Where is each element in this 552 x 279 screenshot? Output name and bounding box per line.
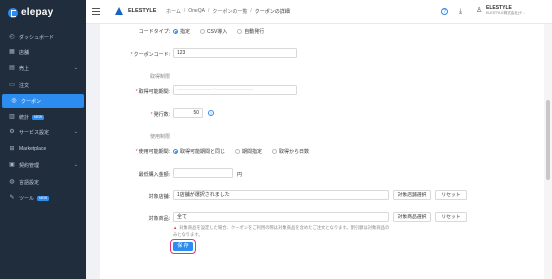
sidebar-item-label: 店舗 [19, 49, 30, 56]
scrollbar-thumb[interactable] [546, 100, 550, 180]
elepay-logo[interactable]: elepay [8, 7, 53, 18]
issue-count-label: *発行数: [150, 112, 170, 118]
issue-count-help-icon[interactable]: ? [208, 110, 214, 116]
code-type-radio-group: 指定 CSV導入 自動発行 [173, 28, 274, 35]
dashboard-icon: ◴ [9, 34, 15, 40]
breadcrumb-home[interactable]: ホーム [166, 8, 181, 15]
target-product-select-button[interactable]: 対象商品選択 [393, 212, 431, 222]
target-product-label: 対象商品: [148, 216, 170, 222]
contract-icon: ▣ [9, 162, 15, 168]
use-period-option-range[interactable]: 期間指定 [235, 148, 262, 155]
target-product-note: ▲ 対象商品を設定した場合、クーポンをご利用の際は対象商品を含めたご注文となります… [173, 225, 390, 237]
download-icon[interactable]: ⤓ [457, 8, 464, 15]
use-period-radio-group: 取得可能期間と同じ 期間指定 取得から日数 [173, 148, 319, 155]
target-product-reset-button[interactable]: リセット [435, 212, 467, 222]
sidebar-item-sales[interactable]: ▤ 売上 ⌄ [0, 61, 86, 75]
target-store-reset-button[interactable]: リセット [435, 190, 467, 200]
section-acquire-limit: 取得制限 [150, 74, 171, 80]
sidebar-item-label: ツール [19, 195, 35, 202]
coupon-code-label: *クーポンコード: [130, 52, 170, 58]
code-type-label: コードタイプ: [138, 29, 170, 35]
sidebar-item-label: 注文 [19, 82, 30, 89]
issue-count-input[interactable]: 50 [173, 108, 203, 118]
help-icon[interactable]: ? [441, 8, 448, 15]
warning-icon: ▲ [173, 225, 178, 230]
user-icon: ♙ [476, 7, 483, 14]
sidebar-item-label: 契約管理 [19, 162, 40, 169]
logo-text: elepay [21, 7, 54, 18]
sidebar-item-coupon[interactable]: ◎ クーポン [2, 94, 84, 108]
breadcrumb-current: クーポンの詳細 [254, 9, 290, 15]
brand-name: ELESTYLE [128, 8, 157, 14]
service-settings-icon: ⚙ [9, 129, 15, 135]
order-icon: ▭ [9, 82, 15, 88]
use-period-option-days[interactable]: 取得から日数 [272, 148, 309, 155]
chevron-down-icon: ⌄ [73, 129, 78, 135]
sidebar: elepay ◴ ダッシュボード ▦ 店舗 ▤ 売上 ⌄ ▭ 注文 ◎ クーポン… [0, 0, 86, 279]
breadcrumb-coupon-list[interactable]: クーポンの一覧 [212, 8, 247, 15]
chevron-down-icon: ⌄ [73, 65, 78, 71]
sidebar-item-contract[interactable]: ▣ 契約管理 ⌄ [0, 158, 86, 172]
marketplace-icon: ⊞ [9, 146, 15, 152]
target-store-label: 対象店舗: [148, 194, 170, 200]
user-menu[interactable]: ♙ ELESTYLE ELESTYLE株式会社(テ... [476, 5, 525, 16]
sidebar-item-label: Marketplace [19, 146, 47, 152]
language-icon: ◍ [9, 179, 15, 185]
tool-icon: ✎ [9, 195, 15, 201]
sidebar-item-label: 言語設定 [19, 179, 40, 186]
sidebar-item-label: サービス設定 [19, 129, 50, 136]
sidebar-item-label: 統計 [19, 114, 30, 121]
min-amount-label: 最低購入金額: [138, 172, 170, 178]
coupon-code-input[interactable]: 123 [173, 48, 297, 58]
use-period-option-same[interactable]: 取得可能期間と同じ [173, 148, 225, 155]
breadcrumb: ホーム / OneQA / クーポンの一覧 / クーポンの詳細 [166, 8, 290, 15]
chevron-down-icon: ⌄ [73, 162, 78, 168]
sidebar-item-label: クーポン [21, 98, 42, 105]
top-header: ELESTYLE ホーム / OneQA / クーポンの一覧 / クーポンの詳細… [86, 0, 552, 24]
coupon-icon: ◎ [11, 98, 17, 104]
target-store-input[interactable]: 1店舗が選択されました [173, 190, 389, 200]
sidebar-item-label: 売上 [19, 65, 30, 72]
elepay-logo-icon [8, 7, 18, 18]
menu-toggle-icon[interactable] [92, 8, 100, 15]
stats-icon: ▥ [9, 114, 15, 120]
code-type-option-specified[interactable]: 指定 [173, 28, 190, 35]
use-period-label: *使用可能期間: [135, 149, 170, 155]
acquire-period-input[interactable]: ———————— ~ ———————— [173, 85, 297, 95]
min-amount-input[interactable] [173, 168, 233, 178]
code-type-option-auto[interactable]: 自動発行 [237, 28, 264, 35]
target-product-input[interactable]: 全て [173, 212, 389, 222]
target-store-select-button[interactable]: 対象店舗選択 [393, 190, 431, 200]
section-use-limit: 使用制限 [150, 134, 171, 140]
acquire-period-label: *取得可能期間: [135, 89, 170, 95]
new-badge: NEW [37, 195, 50, 201]
store-icon: ▦ [9, 49, 15, 55]
sidebar-item-label: ダッシュボード [19, 34, 55, 41]
currency-unit: 円 [237, 172, 243, 178]
code-type-option-csv[interactable]: CSV導入 [200, 28, 227, 35]
brand: ELESTYLE [115, 7, 156, 15]
user-company: ELESTYLE株式会社(テ... [486, 11, 526, 15]
new-badge: NEW [32, 114, 45, 120]
save-button[interactable]: 保 存 [173, 242, 193, 251]
brand-logo-icon [115, 7, 123, 15]
sidebar-item-service-settings[interactable]: ⚙ サービス設定 ⌄ [0, 125, 86, 139]
sales-icon: ▤ [9, 65, 15, 71]
breadcrumb-app[interactable]: OneQA [188, 8, 205, 15]
